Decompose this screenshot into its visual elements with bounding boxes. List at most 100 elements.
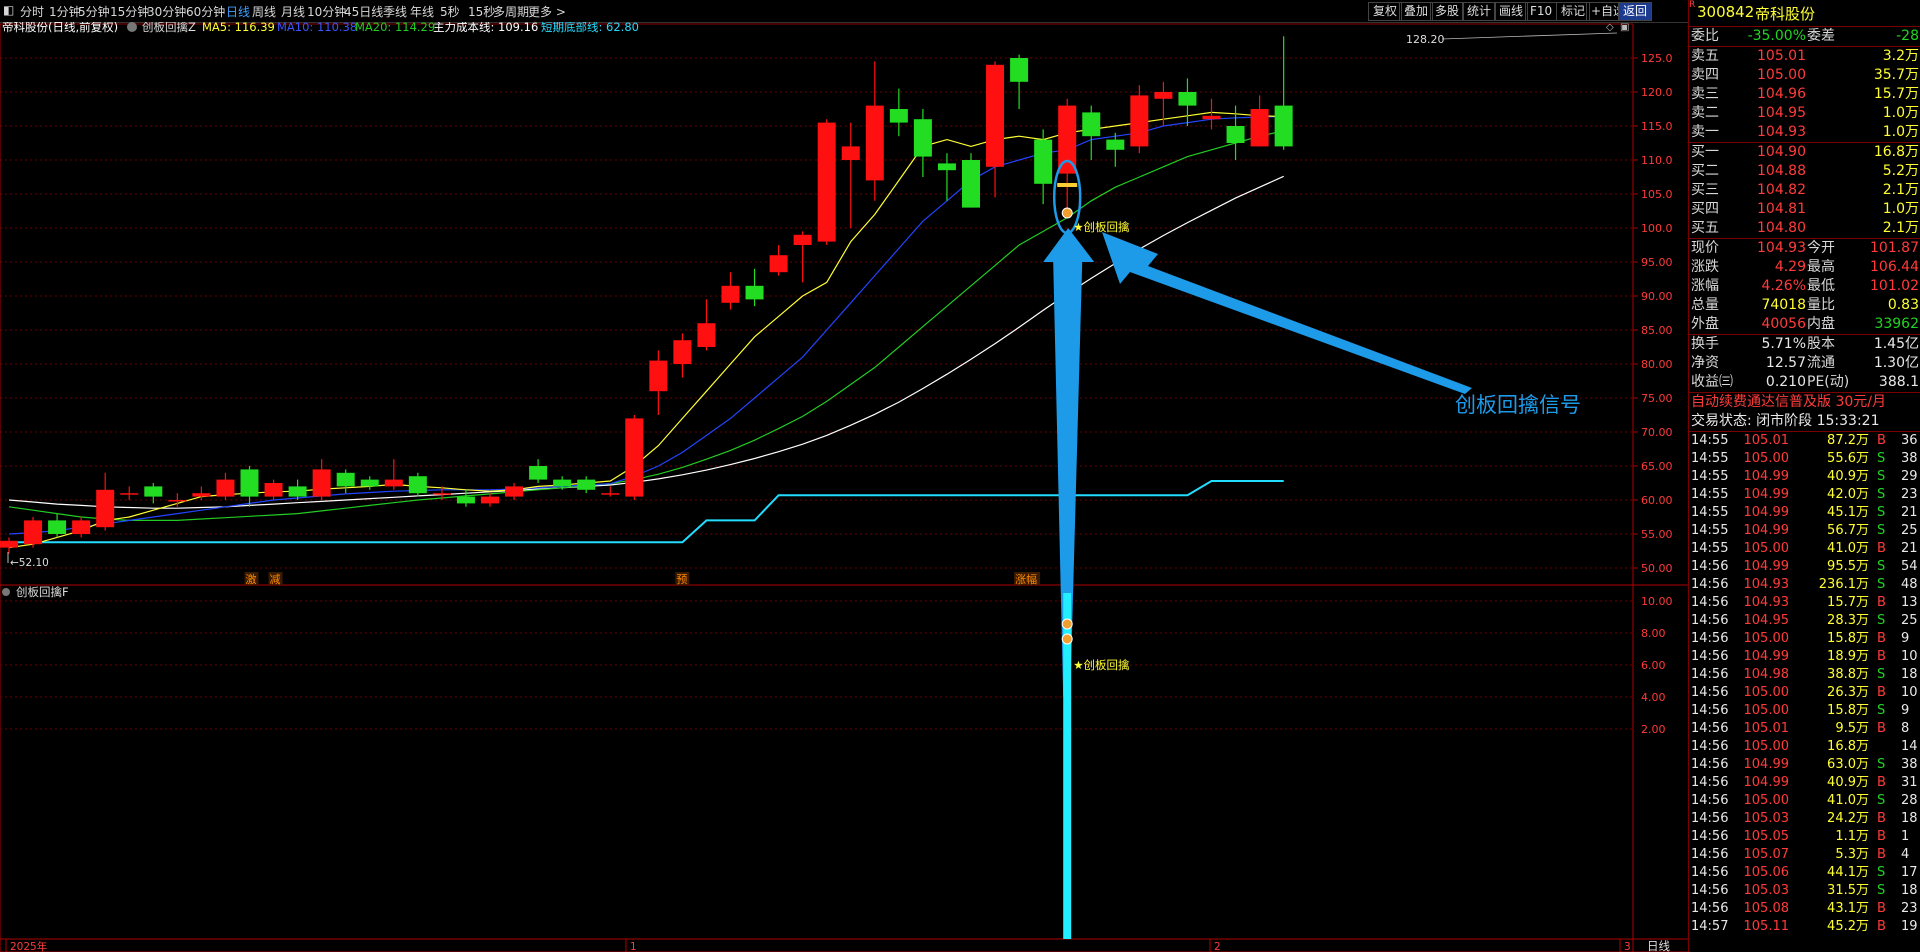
candle-body [168,500,187,502]
period-tab-10[interactable]: 45日线 [344,3,383,20]
candle-body [553,479,572,487]
legend-ma20: MA20: 114.29 [355,22,435,34]
tick-row: 14:57 105.11 45.2万 B 19 [1691,919,1918,934]
price-tick-label: 65.00 [1641,460,1673,473]
period-tab-15[interactable]: 多周期 [493,3,529,20]
price-tick-label: 125.0 [1641,52,1673,65]
toolbar-button-6[interactable]: 标记 [1556,2,1591,21]
event-mark: 预 [676,573,687,586]
toolbar-button-1[interactable]: 叠加 [1399,2,1434,21]
legend-ma10: MA10: 110.38 [277,22,357,34]
sub-signal-bar [1063,593,1072,939]
tick-row: 14:55 104.99 45.1万 S 21 [1691,505,1918,520]
quote-row-1: 涨跌 4.29 最高 106.44 [1691,259,1919,275]
period-tab-6[interactable]: 日线 [226,3,250,20]
fin-row-2: 收益㈢ 0.210 PE(动) 388.1 [1691,374,1919,390]
period-tab-8[interactable]: 月线 [281,3,305,20]
sell-level-2: 卖三 104.96 15.7万 [1691,86,1919,102]
candle-body [889,109,908,123]
event-mark: 减 [270,573,281,586]
candle-body [432,493,451,495]
sub-tick-label: 2.00 [1641,723,1666,736]
candle-body [384,479,403,487]
legend-cost: 主力成本线: 109.16 [433,22,538,34]
candle-body [841,146,860,160]
expand-icon: ▣ [1620,22,1629,33]
period-tab-4[interactable]: 30分钟 [147,3,186,20]
period-tab-7[interactable]: 周线 [252,3,276,20]
legend-bottom: 短期底部线: 62.80 [541,22,639,34]
tick-row: 14:56 105.00 15.8万 S 9 [1691,703,1910,718]
candle-body [336,472,355,487]
tick-row: 14:56 105.07 5.3万 B 4 [1691,847,1910,862]
period-tab-11[interactable]: 季线 [383,3,407,20]
sub-tick-label: 8.00 [1641,627,1666,640]
candle-body [721,285,740,303]
period-tab-1[interactable]: 1分钟 [49,3,81,20]
event-mark: 涨幅 [1015,573,1037,586]
period-toolbar: 分时 1分钟 5分钟 15分钟 30分钟 60分钟 日线 周线 月线 10分钟 45日线 季线 年线 5秒… [0,0,1688,23]
candle-body [1202,115,1221,120]
tick-row: 14:56 105.01 9.5万 B 8 [1691,721,1910,736]
tick-row: 14:56 105.00 15.8万 B 9 [1691,631,1910,646]
candle-body [96,489,115,528]
high-pointer [1441,32,1618,40]
candle-body [120,493,139,495]
tick-row: 14:55 104.99 40.9万 S 29 [1691,469,1918,484]
sub-signal-label: ★创板回擒 [1073,658,1130,672]
candle-body [601,493,620,495]
sub-tick-label: 6.00 [1641,659,1666,672]
sub-upper-icon [1061,618,1073,630]
candle-body [1178,92,1197,106]
toolbar-button-0[interactable]: 复权 [1368,2,1403,21]
diamond-icon: ◇ [1606,22,1614,33]
tick-row: 14:56 104.99 18.9万 B 10 [1691,649,1918,664]
period-tab-5[interactable]: 60分钟 [186,3,225,20]
indicator-settings-icon[interactable] [127,22,137,32]
price-tick-label: 110.0 [1641,154,1673,167]
candle-body [72,520,91,534]
toolbar-button-5[interactable]: F10 [1525,2,1558,21]
layout-icon[interactable]: ◧ [3,3,14,17]
toolbar-button-4[interactable]: 画线 [1494,2,1529,21]
buy-level-3: 买四 104.81 1.0万 [1691,201,1919,217]
period-tab-2[interactable]: 5分钟 [78,3,110,20]
period-tab-14[interactable]: 15秒 [468,3,495,20]
legend-ma5: MA5: 116.39 [202,22,275,34]
toolbar-button-8[interactable]: 返回 [1618,2,1653,21]
candle-body [288,486,307,497]
candle-body [1226,126,1245,143]
candle-body [962,160,980,208]
period-tab-0[interactable]: 分时 [20,3,44,20]
quote-row-2: 涨幅 4.26% 最低 101.02 [1691,278,1919,294]
low-price-label: ←52.10 [10,557,49,569]
kline-chart[interactable]: 125.0 120.0 115.0 110.0 105.0 100.0 95.00 90.00… [0,22,1688,952]
legend-indicator[interactable]: 创板回擒Z [142,22,196,34]
period-tab-16[interactable]: 更多 > [528,3,566,20]
candle-body [144,486,163,497]
price-tick-label: 55.00 [1641,528,1673,541]
fin-row-1: 净资 12.57 流通 1.30亿 [1691,355,1919,371]
toolbar-button-2[interactable]: 多股 [1430,2,1465,21]
period-tab-3[interactable]: 15分钟 [110,3,149,20]
tick-row: 14:56 105.03 24.2万 B 18 [1691,811,1918,826]
period-tab-13[interactable]: 5秒 [440,3,460,20]
toolbar-button-3[interactable]: 统计 [1462,2,1497,21]
candle-body [264,483,283,497]
tick-row: 14:55 105.00 55.6万 S 38 [1691,451,1918,466]
price-tick-label: 95.00 [1641,256,1673,269]
candle-body [937,163,956,171]
sub-tick-label: 10.00 [1641,595,1673,608]
tick-row: 14:56 104.99 63.0万 S 38 [1691,757,1918,772]
candle-body [745,285,764,300]
legend-prefix: 帝科股份(日线,前复权) [2,22,118,34]
price-tick-label: 75.00 [1641,392,1673,405]
quote-row-4: 外盘 40056 内盘 33962 [1691,316,1919,332]
tick-row: 14:56 104.99 95.5万 S 54 [1691,559,1918,574]
candle-body [1106,139,1125,150]
promo-banner: 自动续费通达信普及版 30元/月 [1689,392,1920,412]
period-tab-12[interactable]: 年线 [410,3,434,20]
period-tab-9[interactable]: 10分钟 [307,3,346,20]
stock-header: R 300842 帝科股份 [1689,0,1920,27]
candle-body [625,418,644,497]
